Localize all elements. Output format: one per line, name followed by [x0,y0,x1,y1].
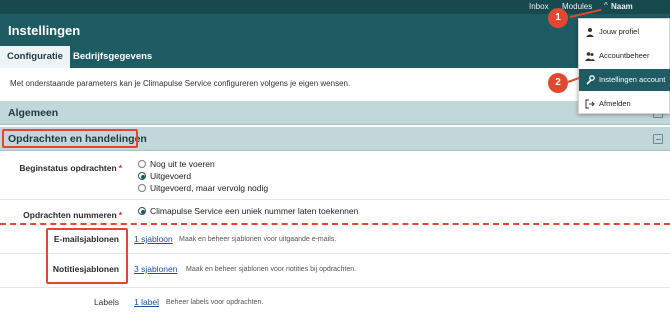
collapse-icon[interactable] [653,134,663,144]
labels-hint: Beheer labels voor opdrachten. [166,299,264,306]
user-icon [585,27,595,37]
option-label: Climapulse Service een uniek nummer late… [150,206,359,216]
required-marker: * [118,210,122,220]
menu-item-account-settings[interactable]: Instellingen account [579,69,670,91]
menu-item-profile[interactable]: Jouw profiel [579,21,670,43]
inbox-link[interactable]: Inbox [529,1,549,13]
menu-item-account-management[interactable]: Accountbeheer [579,45,670,67]
labels-label: Labels [93,297,119,307]
section-general[interactable]: Algemeen [0,101,670,125]
option-label: Uitgevoerd, maar vervolg nodig [150,183,269,193]
intro-text: Met onderstaande parameters kan je Clima… [10,79,351,88]
chevron-up-icon: ^ [604,1,608,10]
radio-uniek-nummer[interactable] [138,207,146,215]
beginstatus-label: Beginstatus opdrachten * [19,163,122,173]
menu-item-logout[interactable]: Afmelden [579,93,670,115]
email-templates-hint: Maak en beheer sjablonen voor uitgaande … [179,236,337,243]
labels-link[interactable]: 1 label [134,297,159,307]
numbering-label: Opdrachten nummeren * [23,210,122,220]
tab-bar: Configuratie Bedrijfsgegevens [0,46,670,68]
users-icon [585,51,595,61]
note-templates-link[interactable]: 3 sjablonen [134,264,177,274]
option-label: Nog uit te voeren [150,159,215,169]
highlight-box-section [2,129,138,148]
page-header: Instellingen [0,14,670,46]
user-dropdown-menu: Jouw profiel Accountbeheer Instellingen … [578,18,670,114]
required-marker: * [118,163,122,173]
wrench-icon [585,75,595,85]
divider [0,199,670,200]
dashed-divider [0,223,670,225]
tab-bedrijfsgegevens[interactable]: Bedrijfsgegevens [66,46,159,68]
radio-nog-uit-te-voeren[interactable] [138,160,146,168]
tab-configuratie[interactable]: Configuratie [0,46,70,68]
note-templates-hint: Maak en beheer sjablonen voor notities b… [186,266,357,273]
radio-uitgevoerd[interactable] [138,172,146,180]
radio-uitgevoerd-vervolg[interactable] [138,184,146,192]
annotation-badge-1: 1 [548,8,568,28]
email-templates-link[interactable]: 1 sjabloon [134,234,173,244]
section-title-general: Algemeen [8,107,59,119]
highlight-box-templates [46,228,128,284]
option-label: Uitgevoerd [150,171,192,181]
logout-icon [585,99,595,109]
top-bar: Inbox Modules ^ Naam Gebruiker [0,0,670,23]
page-title: Instellingen [8,23,81,38]
annotation-badge-2: 2 [548,73,568,93]
divider [0,287,670,288]
